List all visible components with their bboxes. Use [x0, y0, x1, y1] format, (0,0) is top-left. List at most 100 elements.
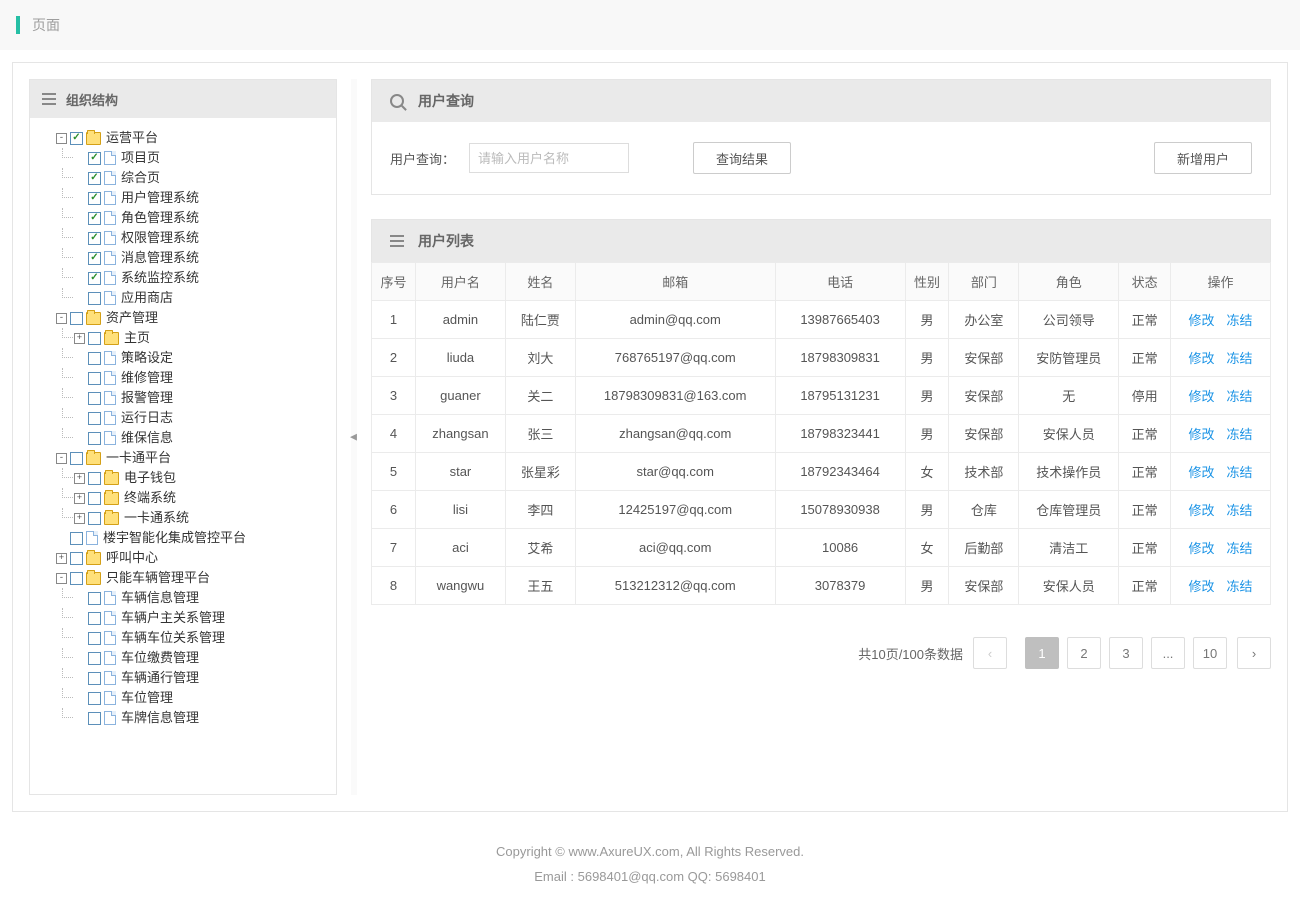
tree-checkbox[interactable] — [88, 672, 101, 685]
edit-link[interactable]: 修改 — [1189, 579, 1215, 594]
tree-checkbox[interactable] — [88, 152, 101, 165]
tree-checkbox[interactable] — [70, 452, 83, 465]
tree-checkbox[interactable] — [88, 392, 101, 405]
tree-node[interactable]: 车辆信息管理 — [74, 588, 328, 608]
tree-checkbox[interactable] — [88, 412, 101, 425]
tree-checkbox[interactable] — [88, 712, 101, 725]
freeze-link[interactable]: 冻结 — [1227, 427, 1253, 442]
tree-node[interactable]: +主页 — [74, 328, 328, 348]
edit-link[interactable]: 修改 — [1189, 351, 1215, 366]
tree-checkbox[interactable] — [88, 232, 101, 245]
tree-checkbox[interactable] — [88, 372, 101, 385]
tree-node[interactable]: 车位管理 — [74, 688, 328, 708]
tree-node[interactable]: +终端系统 — [74, 488, 328, 508]
tree-node[interactable]: 权限管理系统 — [74, 228, 328, 248]
page-2[interactable]: 2 — [1067, 637, 1101, 669]
tree-toggle[interactable]: - — [56, 133, 67, 144]
tree-checkbox[interactable] — [88, 632, 101, 645]
tree-node[interactable]: 项目页 — [74, 148, 328, 168]
tree-toggle[interactable]: - — [56, 313, 67, 324]
tree-checkbox[interactable] — [88, 212, 101, 225]
tree-checkbox[interactable] — [70, 532, 83, 545]
tree-node[interactable]: 车牌信息管理 — [74, 708, 328, 728]
tree-node[interactable]: 车辆户主关系管理 — [74, 608, 328, 628]
tree-node[interactable]: -一卡通平台 — [56, 448, 328, 468]
edit-link[interactable]: 修改 — [1189, 389, 1215, 404]
tree-node[interactable]: 用户管理系统 — [74, 188, 328, 208]
pager-next[interactable]: › — [1237, 637, 1271, 669]
tree-checkbox[interactable] — [88, 172, 101, 185]
tree-node[interactable]: 综合页 — [74, 168, 328, 188]
tree-checkbox[interactable] — [88, 472, 101, 485]
freeze-link[interactable]: 冻结 — [1227, 579, 1253, 594]
org-tree[interactable]: -运营平台项目页综合页用户管理系统角色管理系统权限管理系统消息管理系统系统监控系… — [30, 118, 336, 794]
freeze-link[interactable]: 冻结 — [1227, 389, 1253, 404]
tree-checkbox[interactable] — [88, 252, 101, 265]
page-3[interactable]: 3 — [1109, 637, 1143, 669]
freeze-link[interactable]: 冻结 — [1227, 313, 1253, 328]
tree-node[interactable]: 报警管理 — [74, 388, 328, 408]
tree-node[interactable]: 系统监控系统 — [74, 268, 328, 288]
tree-toggle[interactable]: + — [74, 333, 85, 344]
edit-link[interactable]: 修改 — [1189, 541, 1215, 556]
page-1[interactable]: 1 — [1025, 637, 1059, 669]
tree-checkbox[interactable] — [70, 312, 83, 325]
tree-checkbox[interactable] — [88, 612, 101, 625]
tree-checkbox[interactable] — [88, 332, 101, 345]
tree-node[interactable]: 应用商店 — [74, 288, 328, 308]
tree-checkbox[interactable] — [88, 352, 101, 365]
tree-node[interactable]: 角色管理系统 — [74, 208, 328, 228]
tree-checkbox[interactable] — [88, 652, 101, 665]
tree-checkbox[interactable] — [88, 292, 101, 305]
freeze-link[interactable]: 冻结 — [1227, 541, 1253, 556]
tree-checkbox[interactable] — [88, 272, 101, 285]
add-user-button[interactable]: 新增用户 — [1154, 142, 1252, 174]
tree-toggle[interactable]: + — [74, 493, 85, 504]
tree-node[interactable]: 消息管理系统 — [74, 248, 328, 268]
freeze-link[interactable]: 冻结 — [1227, 351, 1253, 366]
tree-node[interactable]: 运行日志 — [74, 408, 328, 428]
page-...[interactable]: ... — [1151, 637, 1185, 669]
tree-toggle[interactable]: - — [56, 453, 67, 464]
tree-node[interactable]: 车辆车位关系管理 — [74, 628, 328, 648]
tree-toggle[interactable]: + — [74, 513, 85, 524]
tree-checkbox[interactable] — [88, 492, 101, 505]
col-header: 电话 — [775, 263, 905, 301]
user-table: 序号用户名姓名邮箱电话性别部门角色状态操作 1admin陆仁贾admin@qq.… — [371, 262, 1271, 605]
tree-toggle[interactable]: + — [56, 553, 67, 564]
sidebar-divider[interactable] — [351, 79, 357, 795]
tree-checkbox[interactable] — [88, 192, 101, 205]
search-button[interactable]: 查询结果 — [693, 142, 791, 174]
freeze-link[interactable]: 冻结 — [1227, 465, 1253, 480]
tree-node[interactable]: 车位缴费管理 — [74, 648, 328, 668]
tree-node[interactable]: 车辆通行管理 — [74, 668, 328, 688]
tree-toggle[interactable]: + — [74, 473, 85, 484]
edit-link[interactable]: 修改 — [1189, 313, 1215, 328]
tree-checkbox[interactable] — [70, 572, 83, 585]
cell-i: 2 — [372, 339, 416, 377]
tree-node[interactable]: 维保信息 — [74, 428, 328, 448]
tree-checkbox[interactable] — [70, 132, 83, 145]
tree-node[interactable]: 维修管理 — [74, 368, 328, 388]
tree-checkbox[interactable] — [88, 692, 101, 705]
query-input[interactable] — [469, 143, 629, 173]
tree-node[interactable]: 策略设定 — [74, 348, 328, 368]
edit-link[interactable]: 修改 — [1189, 465, 1215, 480]
tree-toggle[interactable]: - — [56, 573, 67, 584]
tree-node[interactable]: -运营平台 — [56, 128, 328, 148]
edit-link[interactable]: 修改 — [1189, 427, 1215, 442]
tree-node[interactable]: 楼宇智能化集成管控平台 — [56, 528, 328, 548]
tree-node[interactable]: +一卡通系统 — [74, 508, 328, 528]
freeze-link[interactable]: 冻结 — [1227, 503, 1253, 518]
edit-link[interactable]: 修改 — [1189, 503, 1215, 518]
tree-checkbox[interactable] — [88, 432, 101, 445]
tree-node[interactable]: -只能车辆管理平台 — [56, 568, 328, 588]
pager-prev[interactable]: ‹ — [973, 637, 1007, 669]
tree-checkbox[interactable] — [88, 592, 101, 605]
tree-checkbox[interactable] — [88, 512, 101, 525]
tree-node[interactable]: +呼叫中心 — [56, 548, 328, 568]
page-10[interactable]: 10 — [1193, 637, 1227, 669]
tree-node[interactable]: +电子钱包 — [74, 468, 328, 488]
tree-checkbox[interactable] — [70, 552, 83, 565]
tree-node[interactable]: -资产管理 — [56, 308, 328, 328]
